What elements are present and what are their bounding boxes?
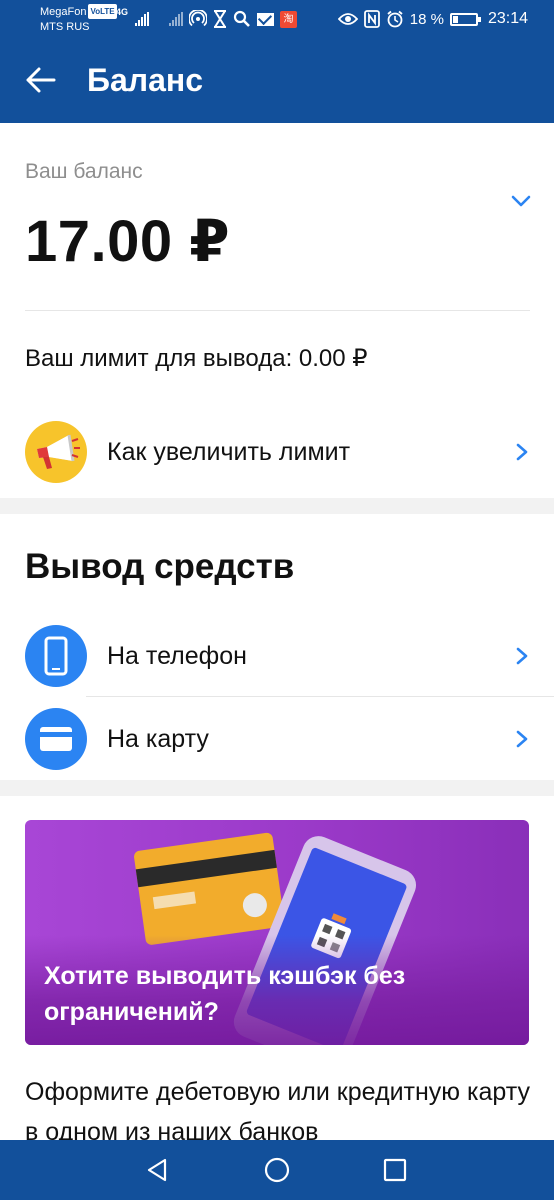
increase-limit-label: Как увеличить лимит — [107, 438, 351, 466]
carrier-info: MegaFon VoLTE MTS RUS — [40, 4, 117, 35]
page-title: Баланс — [87, 62, 204, 98]
carrier-primary: MegaFon — [40, 6, 87, 18]
triangle-back-icon — [147, 1158, 167, 1182]
battery-percent: 18 % — [409, 10, 444, 28]
increase-limit-row[interactable]: Как увеличить лимит — [0, 413, 554, 491]
signal-icon — [135, 12, 150, 26]
arrow-left-icon — [26, 67, 56, 93]
withdraw-phone-label: На телефон — [107, 642, 247, 670]
nav-recents-button[interactable] — [380, 1155, 410, 1185]
nav-home-button[interactable] — [262, 1155, 292, 1185]
chevron-right-icon — [516, 647, 528, 665]
signal-secondary-icon — [169, 12, 184, 26]
nav-back-button[interactable] — [143, 1155, 173, 1185]
circle-home-icon — [264, 1157, 290, 1183]
section-separator — [0, 780, 554, 796]
status-icons-right: 18 % 23:14 — [337, 8, 528, 30]
card-icon — [25, 708, 87, 770]
network-type: 4G — [116, 7, 129, 17]
withdraw-card-label: На карту — [107, 725, 209, 753]
system-nav-bar — [0, 1140, 554, 1200]
clock: 23:14 — [487, 10, 528, 27]
hotspot-icon — [189, 10, 208, 27]
promo-banner[interactable]: Хотите выводить кэшбэк без ограничений? — [25, 820, 529, 1045]
chevron-right-icon — [516, 443, 528, 461]
section-separator — [0, 498, 554, 514]
square-recents-icon — [383, 1158, 407, 1182]
battery-icon — [449, 12, 481, 26]
withdraw-card-row[interactable]: На карту — [0, 700, 554, 778]
withdraw-phone-row[interactable]: На телефон — [0, 617, 554, 695]
divider — [86, 696, 554, 697]
carrier-secondary: MTS RUS — [40, 21, 90, 33]
search-icon — [233, 10, 250, 27]
mail-icon — [257, 12, 275, 26]
withdraw-title: Вывод средств — [25, 547, 295, 586]
withdraw-limit-text: Ваш лимит для вывода: 0.00 ₽ — [25, 345, 368, 372]
balance-label: Ваш баланс — [25, 160, 143, 183]
phone-icon — [25, 625, 87, 687]
status-icons-left: 4G 淘 — [116, 7, 298, 30]
hourglass-icon — [214, 10, 227, 28]
alarm-icon — [387, 10, 403, 28]
eye-icon — [337, 13, 358, 25]
app-bar: Баланс — [0, 38, 554, 123]
back-button[interactable] — [22, 60, 62, 100]
chevron-down-icon — [511, 195, 531, 207]
promo-title: Хотите выводить кэшбэк без ограничений? — [44, 962, 406, 1026]
megaphone-icon — [25, 421, 87, 483]
nfc-icon — [363, 10, 380, 28]
divider — [25, 310, 530, 311]
expand-balance-button[interactable] — [506, 186, 536, 216]
status-bar: MegaFon VoLTE MTS RUS 4G 淘 18 % 23:14 — [0, 0, 554, 38]
shop-icon: 淘 — [280, 10, 298, 28]
balance-value: 17.00 ₽ — [25, 209, 231, 274]
chevron-right-icon — [516, 730, 528, 748]
volte-badge: VoLTE — [88, 4, 117, 19]
